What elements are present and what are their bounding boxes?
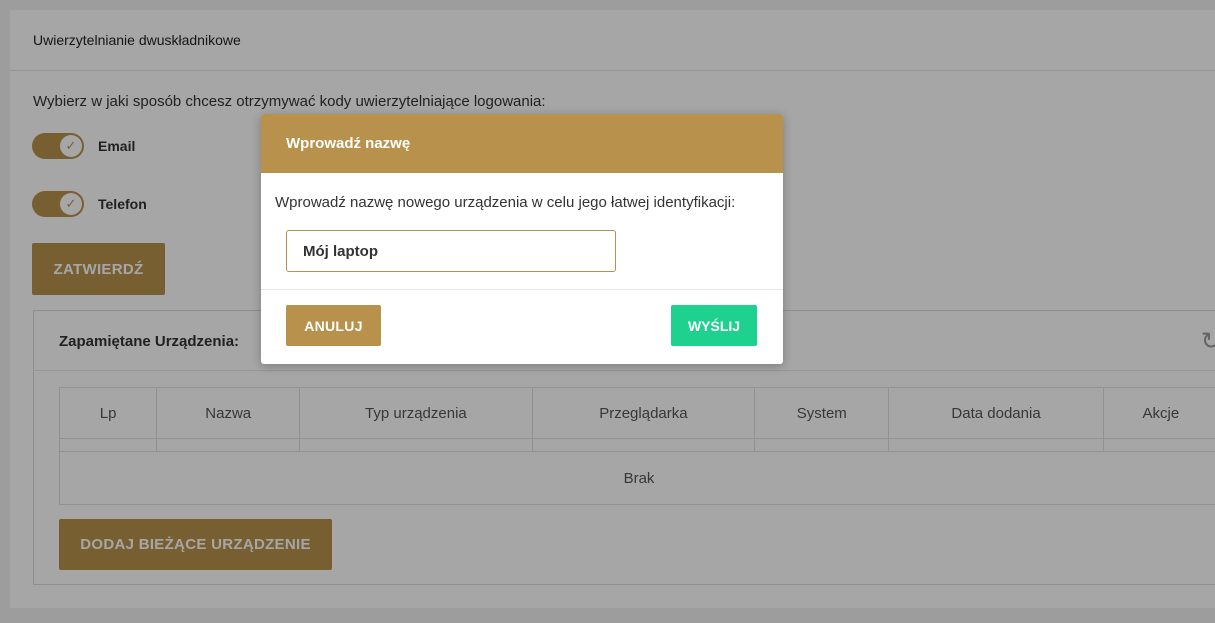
device-name-input[interactable] — [286, 230, 616, 272]
modal-header: Wprowadź nazwę — [261, 114, 783, 173]
modal-description: Wprowadź nazwę nowego urządzenia w celu … — [275, 194, 736, 211]
cancel-button[interactable]: ANULUJ — [286, 305, 381, 346]
send-button[interactable]: WYŚLIJ — [671, 305, 757, 346]
enter-name-modal: Wprowadź nazwę Wprowadź nazwę nowego urz… — [261, 114, 783, 364]
modal-divider — [261, 289, 783, 290]
modal-title: Wprowadź nazwę — [286, 135, 411, 152]
